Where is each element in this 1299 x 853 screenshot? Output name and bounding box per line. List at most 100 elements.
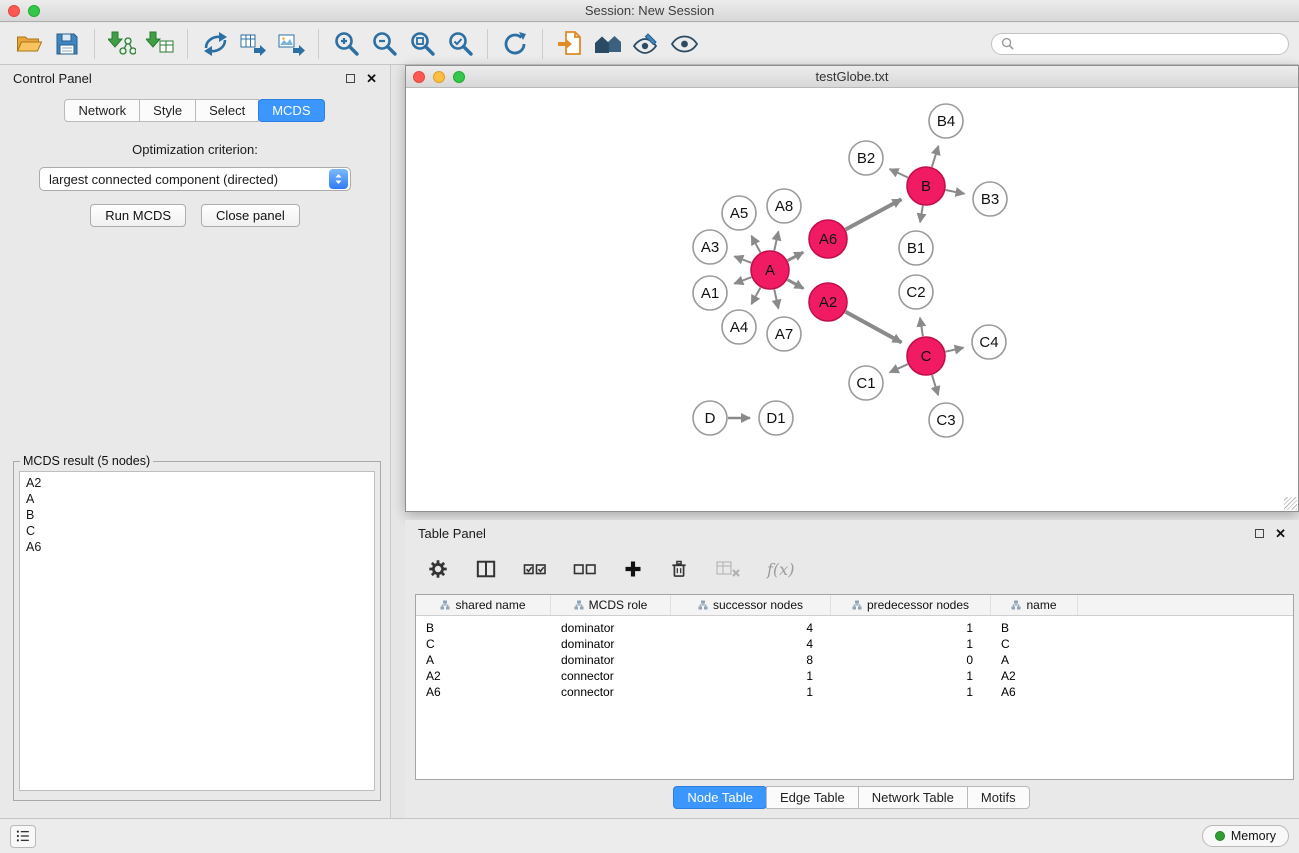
table-cell[interactable]: dominator <box>551 637 671 651</box>
table-row[interactable]: Cdominator41C <box>416 636 1293 652</box>
tab-select[interactable]: Select <box>195 99 259 122</box>
import-document-button[interactable] <box>551 26 589 62</box>
table-row[interactable]: Adominator80A <box>416 652 1293 668</box>
mcds-result-item[interactable]: B <box>26 507 368 523</box>
table-cell[interactable]: A <box>416 653 551 667</box>
edge-C-C4[interactable] <box>946 348 964 352</box>
add-column-button[interactable] <box>623 559 643 579</box>
table-cell[interactable]: A2 <box>991 669 1078 683</box>
table-settings-button[interactable] <box>427 558 449 580</box>
import-network-button[interactable] <box>103 26 141 62</box>
table-cell[interactable]: 4 <box>671 637 831 651</box>
delete-table-button-disabled[interactable] <box>715 559 741 579</box>
edge-A6-B[interactable] <box>846 199 902 229</box>
node-B3[interactable]: B3 <box>973 182 1007 216</box>
table-cell[interactable]: 1 <box>831 637 991 651</box>
network-canvas[interactable]: B4B2BB3A5A8A6B1A3AC2A1A2A4A7C4CC1C3DD1 <box>406 88 1298 511</box>
function-builder-button[interactable]: f(x) <box>767 560 794 579</box>
edge-B-B2[interactable] <box>890 169 908 178</box>
zoom-in-button[interactable] <box>327 26 365 62</box>
node-A3[interactable]: A3 <box>693 230 727 264</box>
deselect-all-button[interactable] <box>573 560 597 578</box>
node-A2[interactable]: A2 <box>809 283 847 321</box>
node-A1[interactable]: A1 <box>693 276 727 310</box>
node-A[interactable]: A <box>751 251 789 289</box>
edge-C-C2[interactable] <box>920 318 923 337</box>
tab-style[interactable]: Style <box>139 99 196 122</box>
node-A7[interactable]: A7 <box>767 317 801 351</box>
export-image-button[interactable] <box>272 26 310 62</box>
node-A4[interactable]: A4 <box>722 310 756 344</box>
edge-A-A8[interactable] <box>774 231 778 250</box>
table-row[interactable]: A6connector11A6 <box>416 684 1293 700</box>
node-C2[interactable]: C2 <box>899 275 933 309</box>
zoom-out-button[interactable] <box>365 26 403 62</box>
table-cell[interactable]: 1 <box>671 669 831 683</box>
tab-network[interactable]: Network <box>64 99 140 122</box>
mcds-result-item[interactable]: C <box>26 523 368 539</box>
node-C4[interactable]: C4 <box>972 325 1006 359</box>
network-close-button[interactable] <box>413 71 425 83</box>
edge-A-A5[interactable] <box>751 236 760 253</box>
node-table[interactable]: shared nameMCDS rolesuccessor nodesprede… <box>415 594 1294 780</box>
node-D[interactable]: D <box>693 401 727 435</box>
table-cell[interactable]: connector <box>551 669 671 683</box>
table-cell[interactable]: B <box>991 621 1078 635</box>
tab-mcds[interactable]: MCDS <box>258 99 324 122</box>
column-header-predecessor-nodes[interactable]: predecessor nodes <box>831 595 991 615</box>
float-panel-icon[interactable] <box>1255 529 1264 538</box>
table-cell[interactable]: 1 <box>831 669 991 683</box>
edge-A2-C[interactable] <box>846 312 902 343</box>
table-cell[interactable]: A6 <box>991 685 1078 699</box>
zoom-fit-button[interactable] <box>403 26 441 62</box>
task-history-button[interactable] <box>10 825 36 848</box>
edge-C-C3[interactable] <box>932 375 938 395</box>
node-A8[interactable]: A8 <box>767 189 801 223</box>
table-cell[interactable]: A <box>991 653 1078 667</box>
show-columns-button[interactable] <box>475 559 497 579</box>
edge-A-A1[interactable] <box>734 277 751 284</box>
table-cell[interactable]: C <box>991 637 1078 651</box>
edge-B-B1[interactable] <box>920 206 923 223</box>
table-row[interactable]: A2connector11A2 <box>416 668 1293 684</box>
table-cell[interactable]: 8 <box>671 653 831 667</box>
close-panel-button[interactable]: Close panel <box>201 204 300 227</box>
node-D1[interactable]: D1 <box>759 401 793 435</box>
node-B[interactable]: B <box>907 167 945 205</box>
table-tab-network-table[interactable]: Network Table <box>858 786 968 809</box>
show-hide-button[interactable] <box>665 26 703 62</box>
search-input[interactable] <box>1019 37 1279 51</box>
edge-A-A6[interactable] <box>788 252 804 260</box>
edge-A-A7[interactable] <box>774 290 778 309</box>
table-row[interactable]: Bdominator41B <box>416 620 1293 636</box>
network-swap-button[interactable] <box>196 26 234 62</box>
node-C1[interactable]: C1 <box>849 366 883 400</box>
zoom-window-button[interactable] <box>28 5 40 17</box>
table-cell[interactable]: 0 <box>831 653 991 667</box>
column-header-MCDS-role[interactable]: MCDS role <box>551 595 671 615</box>
save-session-button[interactable] <box>48 26 86 62</box>
network-zoom-button[interactable] <box>453 71 465 83</box>
open-session-button[interactable] <box>10 26 48 62</box>
table-cell[interactable]: 1 <box>831 621 991 635</box>
close-panel-icon[interactable]: ✕ <box>366 72 377 85</box>
network-minimize-button[interactable] <box>433 71 445 83</box>
export-table-button[interactable] <box>234 26 272 62</box>
node-C3[interactable]: C3 <box>929 403 963 437</box>
table-tab-edge-table[interactable]: Edge Table <box>766 786 859 809</box>
edge-A-A4[interactable] <box>751 288 760 305</box>
table-cell[interactable]: A6 <box>416 685 551 699</box>
select-all-button[interactable] <box>523 560 547 578</box>
table-cell[interactable]: C <box>416 637 551 651</box>
delete-column-button[interactable] <box>669 558 689 580</box>
close-panel-icon[interactable]: ✕ <box>1275 527 1286 540</box>
node-C[interactable]: C <box>907 337 945 375</box>
column-header-name[interactable]: name <box>991 595 1078 615</box>
search-field[interactable] <box>991 33 1289 55</box>
node-B1[interactable]: B1 <box>899 231 933 265</box>
edge-B-B4[interactable] <box>932 146 939 167</box>
mcds-result-item[interactable]: A6 <box>26 539 368 555</box>
node-B4[interactable]: B4 <box>929 104 963 138</box>
memory-button[interactable]: Memory <box>1202 825 1289 847</box>
table-cell[interactable]: A2 <box>416 669 551 683</box>
